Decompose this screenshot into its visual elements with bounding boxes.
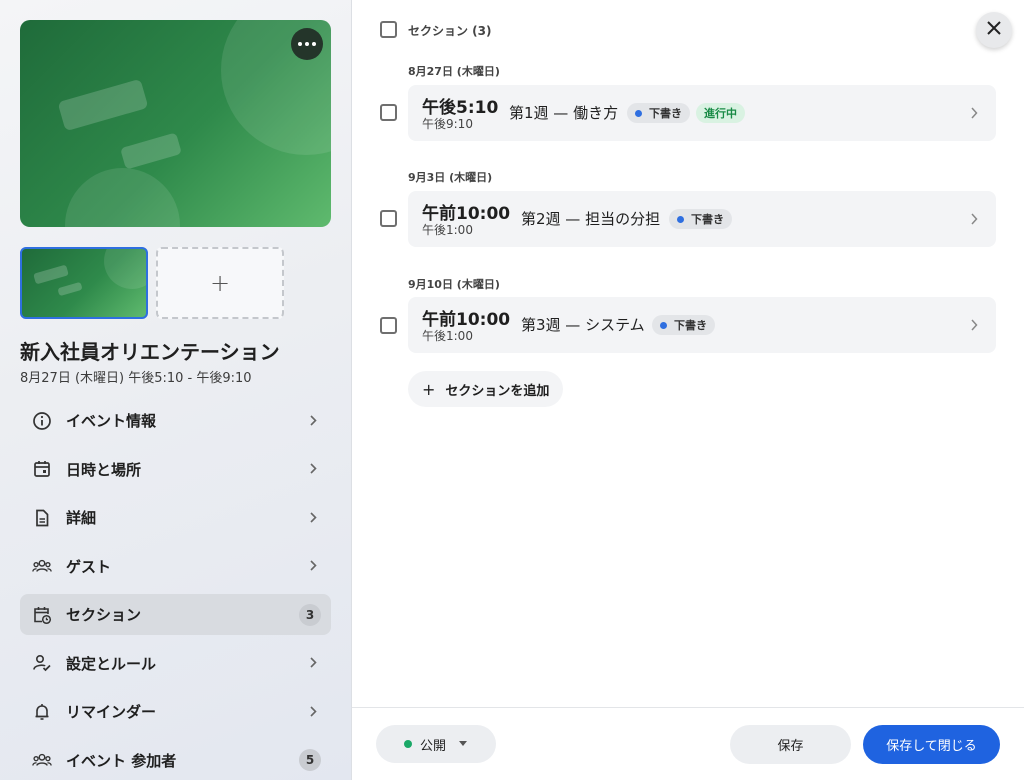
section-checkbox[interactable] <box>380 210 397 227</box>
sidebar-item-sections[interactable]: セクション 3 <box>20 594 331 635</box>
public-status-dot-icon <box>404 740 412 748</box>
cover-image <box>20 20 331 227</box>
save-and-close-button[interactable]: 保存して閉じる <box>863 725 1000 764</box>
cover-thumbnail-selected[interactable] <box>20 247 148 319</box>
chevron-right-icon <box>309 411 317 430</box>
section-end-time: 午後1:00 <box>422 329 473 343</box>
group-icon <box>32 556 52 576</box>
sidebar-item-settings-rules[interactable]: 設定とルール <box>20 643 331 684</box>
sidebar-item-date-place[interactable]: 日時と場所 <box>20 449 331 490</box>
sidebar-nav: イベント情報 日時と場所 詳細 ゲスト セクション 3 設定とルール リマインダ… <box>20 400 331 780</box>
status-badge-draft: 下書き <box>669 209 732 229</box>
section-title: 第3週 — システム <box>521 316 645 334</box>
sidebar-item-label: リマインダー <box>66 703 157 721</box>
section-end-time: 午後9:10 <box>422 117 473 131</box>
chevron-right-icon <box>309 508 317 527</box>
sidebar-item-details[interactable]: 詳細 <box>20 497 331 538</box>
event-datetime: 8月27日 (木曜日) 午後5:10 - 午後9:10 <box>20 371 252 386</box>
count-badge: 3 <box>299 603 321 626</box>
more-horizontal-icon <box>298 42 302 46</box>
section-title: 第1週 — 働き方 <box>509 104 619 122</box>
info-icon <box>32 411 52 431</box>
chevron-right-icon <box>309 702 317 721</box>
section-date-label: 9月10日 (木曜日) <box>408 278 500 291</box>
sidebar-item-label: イベント 参加者 <box>66 751 177 770</box>
chevron-right-icon <box>309 557 317 576</box>
status-badge-in-progress: 進行中 <box>696 103 745 123</box>
chevron-right-icon <box>309 654 317 673</box>
chevron-right-icon <box>970 211 978 230</box>
chevron-right-icon <box>970 105 978 124</box>
sidebar-item-label: ゲスト <box>66 557 112 576</box>
sidebar-item-label: 詳細 <box>66 509 97 527</box>
add-section-button[interactable]: + セクションを追加 <box>408 371 564 407</box>
status-dot-icon <box>635 109 642 117</box>
visibility-dropdown[interactable]: 公開 <box>376 725 496 763</box>
section-date-label: 9月3日 (木曜日) <box>408 171 493 184</box>
status-badge-draft: 下書き <box>652 315 715 335</box>
more-options-button[interactable] <box>291 28 323 60</box>
section-card[interactable]: 午後5:10 午後9:10 第1週 — 働き方 下書き 進行中 <box>408 85 996 141</box>
save-button[interactable]: 保存 <box>730 725 851 764</box>
sidebar-item-label: イベント情報 <box>66 412 157 430</box>
sidebar-item-guests[interactable]: ゲスト <box>20 546 331 587</box>
bell-icon <box>32 702 52 722</box>
sections-header-label: セクション (3) <box>408 24 492 38</box>
section-title: 第2週 — 担当の分担 <box>521 210 661 228</box>
status-badge-draft: 下書き <box>627 103 690 123</box>
document-icon <box>32 508 52 528</box>
visibility-label: 公開 <box>420 738 447 754</box>
calendar-icon <box>32 459 52 479</box>
add-cover-image-button[interactable]: + <box>156 247 284 319</box>
chevron-right-icon <box>309 460 317 479</box>
select-all-checkbox[interactable] <box>380 21 397 38</box>
close-icon <box>986 20 1002 40</box>
event-sidebar: + 新入社員オリエンテーション 8月27日 (木曜日) 午後5:10 - 午後9… <box>0 0 352 780</box>
count-badge: 5 <box>299 749 321 771</box>
caret-down-icon <box>459 741 467 746</box>
sidebar-item-reminders[interactable]: リマインダー <box>20 691 331 732</box>
section-checkbox[interactable] <box>380 317 397 334</box>
add-section-label: セクションを追加 <box>445 383 550 399</box>
plus-icon: + <box>422 379 436 399</box>
section-date-label: 8月27日 (木曜日) <box>408 65 500 78</box>
chevron-right-icon <box>970 317 978 336</box>
group-icon <box>32 750 52 770</box>
close-button[interactable] <box>976 12 1012 48</box>
sidebar-item-label: セクション <box>66 606 142 624</box>
sidebar-item-label: 設定とルール <box>66 654 157 673</box>
sidebar-item-event-info[interactable]: イベント情報 <box>20 400 331 441</box>
footer-bar: 公開 保存 保存して閉じる <box>352 707 1024 780</box>
person-check-icon <box>32 653 52 673</box>
status-dot-icon <box>660 321 667 329</box>
event-title: 新入社員オリエンテーション <box>20 340 280 364</box>
section-end-time: 午後1:00 <box>422 223 473 237</box>
sidebar-item-label: 日時と場所 <box>66 460 142 479</box>
status-dot-icon <box>677 215 684 223</box>
section-card[interactable]: 午前10:00 午後1:00 第2週 — 担当の分担 下書き <box>408 191 996 247</box>
section-card[interactable]: 午前10:00 午後1:00 第3週 — システム 下書き <box>408 297 996 353</box>
sidebar-item-participants[interactable]: イベント 参加者 5 <box>20 740 331 780</box>
section-checkbox[interactable] <box>380 104 397 121</box>
sections-panel: セクション (3) 8月27日 (木曜日) 午後5:10 午後9:10 第1週 … <box>352 0 1024 780</box>
calendar-clock-icon <box>32 605 52 625</box>
